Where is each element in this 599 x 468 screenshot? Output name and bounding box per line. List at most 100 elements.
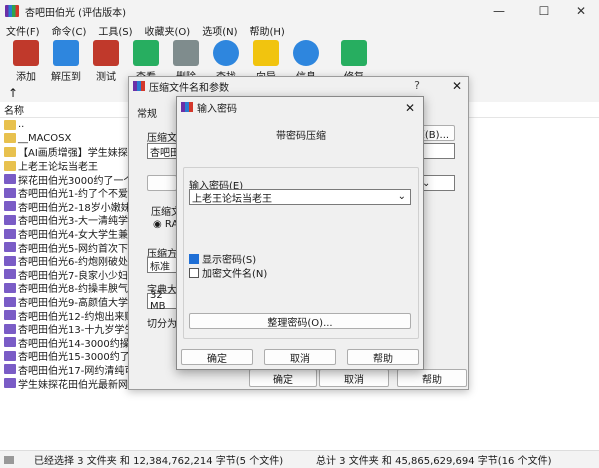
- list-item-name: 杏吧田伯光9-高颜值大学生: [18, 298, 138, 309]
- menu-commands[interactable]: 命令(C): [46, 23, 93, 38]
- extract-to-button[interactable]: 解压到: [46, 38, 86, 83]
- ok-button[interactable]: 确定: [181, 349, 253, 365]
- password-input[interactable]: 上老王论坛当老王 ⌄: [189, 189, 411, 205]
- status-total: 总计 3 文件夹 和 45,865,629,694 字节(16 个文件): [316, 456, 552, 467]
- status-selected: 已经选择 3 文件夹 和 12,384,762,214 字节(5 个文件): [34, 456, 284, 467]
- list-item-name: 杏吧田伯光6-约炮刚破处没: [18, 257, 138, 268]
- list-item-name: 杏吧田伯光5-网约首次下海: [18, 243, 138, 254]
- up-arrow-icon[interactable]: ↑: [8, 86, 18, 100]
- video-file-icon: [4, 255, 16, 266]
- password-dialog-titlebar: 输入密码: [177, 97, 423, 117]
- drive-icon: [4, 455, 14, 464]
- video-file-icon: [4, 323, 16, 334]
- list-item-name: 探花田伯光3000约了一个文: [18, 175, 144, 186]
- dict-value: 32 MB: [150, 290, 166, 312]
- close-icon[interactable]: ✕: [405, 101, 415, 115]
- list-item-name: 杏吧田伯光15-3000约了一: [18, 352, 140, 363]
- maximize-icon[interactable]: ☐: [524, 0, 564, 22]
- test-icon: [93, 40, 119, 66]
- video-file-icon: [4, 378, 16, 389]
- add-archive-icon: [13, 40, 39, 66]
- add-label: 添加: [16, 72, 36, 83]
- video-file-icon: [4, 310, 16, 321]
- extract-folder-icon: [53, 40, 79, 66]
- test-button[interactable]: 测试: [86, 38, 126, 83]
- show-password-label: 显示密码(S): [202, 255, 257, 266]
- menu-file[interactable]: 文件(F): [0, 23, 46, 38]
- dict-select[interactable]: 32 MB: [147, 290, 177, 312]
- repair-icon: [341, 40, 367, 66]
- ok-button[interactable]: 确定: [249, 369, 317, 387]
- menu-tools[interactable]: 工具(S): [92, 23, 138, 38]
- method-value: 标准: [150, 261, 170, 273]
- status-bar: 已经选择 3 文件夹 和 12,384,762,214 字节(5 个文件) 总计…: [0, 450, 599, 468]
- menu-favorites[interactable]: 收藏夹(O): [139, 23, 197, 38]
- tab-general[interactable]: 常规: [137, 105, 157, 120]
- list-item-name: 杏吧田伯光2-18岁小嫩妹被: [18, 202, 141, 214]
- video-file-icon: [4, 228, 16, 239]
- minimize-icon[interactable]: —: [479, 0, 519, 22]
- winrar-dialog-icon: [181, 102, 193, 112]
- folder-icon: [4, 119, 16, 130]
- chevron-down-icon[interactable]: ⌄: [398, 191, 406, 202]
- folder-icon: [4, 133, 16, 144]
- wizard-icon: [253, 40, 279, 66]
- encrypt-names-checkbox[interactable]: 加密文件名(N): [189, 265, 267, 280]
- password-value: 上老王论坛当老王: [192, 193, 272, 205]
- profile-select[interactable]: ⌄: [419, 175, 455, 191]
- password-dialog: 输入密码 ✕ 带密码压缩 输入密码(E) 上老王论坛当老王 ⌄ 显示密码(S) …: [176, 96, 424, 370]
- add-button[interactable]: 添加: [6, 38, 46, 83]
- video-file-icon: [4, 350, 16, 361]
- list-item-name: 杏吧田伯光1-约了个不爱穿: [18, 189, 138, 200]
- list-item-name: 杏吧田伯光12-约炮出来赚零: [18, 311, 145, 322]
- help-question-icon[interactable]: ?: [414, 79, 420, 92]
- list-item-name: 上老王论坛当老王: [18, 162, 98, 173]
- video-file-icon: [4, 214, 16, 225]
- close-icon[interactable]: ✕: [561, 0, 599, 22]
- help-button[interactable]: 帮助: [397, 369, 467, 387]
- format-rar-radio[interactable]: ◉ RA: [153, 219, 178, 230]
- organize-passwords-button[interactable]: 整理密码(O)...: [189, 313, 411, 329]
- trash-icon: [173, 40, 199, 66]
- menu-options[interactable]: 选项(N): [196, 23, 243, 38]
- close-icon[interactable]: ✕: [452, 79, 462, 93]
- list-item-name: 杏吧田伯光8-约操丰腴气质: [18, 284, 138, 295]
- encrypt-names-label: 加密文件名(N): [202, 269, 268, 280]
- cancel-button[interactable]: 取消: [264, 349, 336, 365]
- menu-help[interactable]: 帮助(H): [244, 23, 291, 38]
- list-item-name: ..: [18, 119, 25, 131]
- menu-bar: 文件(F) 命令(C) 工具(S) 收藏夹(O) 选项(N) 帮助(H): [0, 22, 599, 38]
- video-file-icon: [4, 174, 16, 185]
- video-file-icon: [4, 269, 16, 280]
- list-item-name: __MACOSX: [18, 132, 72, 144]
- view-book-icon: [133, 40, 159, 66]
- list-item-name: 杏吧田伯光17-网约清纯可爱: [18, 365, 145, 377]
- title-bar: 杏吧田伯光 (评估版本) — ☐ ✕: [0, 0, 599, 22]
- folder-icon: [4, 160, 16, 171]
- password-dialog-title: 输入密码: [197, 103, 237, 115]
- video-file-icon: [4, 282, 16, 293]
- video-file-icon: [4, 337, 16, 348]
- checkbox-checked-icon: [189, 253, 199, 264]
- video-file-icon: [4, 187, 16, 198]
- list-item-name: 杏吧田伯光7-良家小少妇背: [18, 270, 138, 282]
- profiles-button[interactable]: [147, 175, 177, 191]
- cancel-button[interactable]: 取消: [319, 369, 389, 387]
- method-select[interactable]: 标准: [147, 257, 177, 273]
- video-file-icon: [4, 296, 16, 307]
- show-password-checkbox[interactable]: 显示密码(S): [189, 251, 256, 266]
- winrar-app-icon: [5, 5, 19, 17]
- winrar-dialog-icon: [133, 81, 145, 91]
- checkbox-unchecked-icon: [189, 267, 199, 278]
- window-title: 杏吧田伯光 (评估版本): [25, 7, 126, 19]
- magnifier-icon: [213, 40, 239, 66]
- video-file-icon: [4, 364, 16, 375]
- test-label: 测试: [96, 72, 116, 83]
- list-item-name: 杏吧田伯光3-大一清纯学妹: [18, 216, 138, 227]
- folder-icon: [4, 146, 16, 157]
- help-button[interactable]: 帮助: [347, 349, 419, 365]
- info-icon: [293, 40, 319, 66]
- password-heading: 带密码压缩: [276, 131, 326, 142]
- video-file-icon: [4, 201, 16, 212]
- extract-label: 解压到: [51, 72, 81, 83]
